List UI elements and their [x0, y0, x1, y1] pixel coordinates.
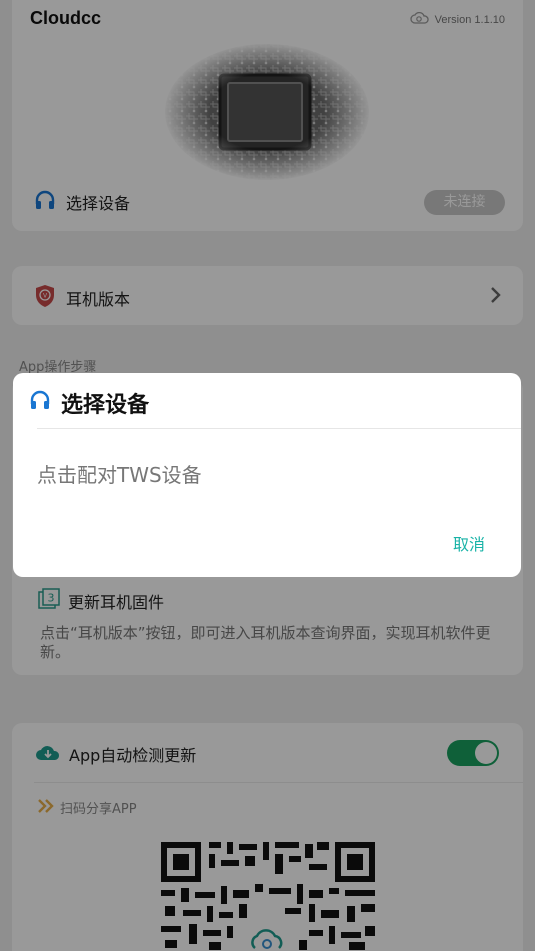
- dialog-title: 选择设备: [61, 393, 150, 418]
- select-device-dialog: 选择设备 点击配对TWS设备 取消: [13, 373, 521, 577]
- headphones-icon: [29, 390, 51, 416]
- dialog-divider: [37, 428, 521, 429]
- dialog-title-row: 选择设备: [29, 387, 149, 419]
- dialog-message: 点击配对TWS设备: [37, 463, 202, 487]
- cancel-button[interactable]: 取消: [453, 531, 485, 555]
